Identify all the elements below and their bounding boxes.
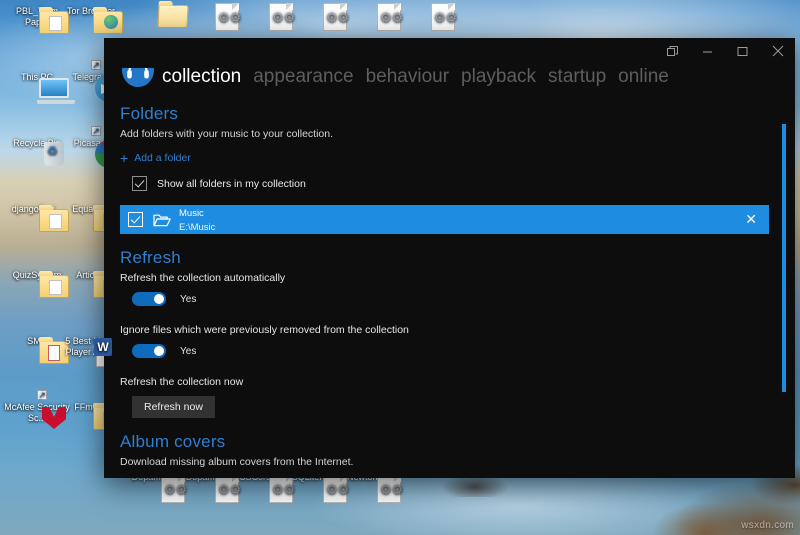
tab-collection[interactable]: collection xyxy=(162,66,241,88)
folder-name: Music xyxy=(179,208,204,219)
gear-icon: ⚙⚙ xyxy=(164,483,180,497)
folder-texts: Music E:\Music xyxy=(179,206,215,233)
show-all-folders-checkbox[interactable] xyxy=(132,176,147,191)
folder-list-item[interactable]: Music E:\Music ✕ xyxy=(120,205,769,234)
window-titlebar xyxy=(104,38,795,68)
folder-checkbox[interactable] xyxy=(128,212,143,227)
globe-icon xyxy=(104,15,118,29)
close-icon[interactable] xyxy=(760,38,795,64)
folders-heading: Folders xyxy=(120,104,769,124)
add-a-folder-label: Add a folder xyxy=(134,152,191,164)
folder-list: Music E:\Music ✕ xyxy=(120,205,769,234)
restore-down-icon[interactable] xyxy=(655,38,690,64)
folder-path: E:\Music xyxy=(179,222,215,233)
refresh-heading: Refresh xyxy=(120,248,769,268)
ignore-removed-label: Ignore files which were previously remov… xyxy=(120,324,769,336)
gear-icon: ⚙⚙ xyxy=(380,11,396,25)
tab-online[interactable]: online xyxy=(618,66,669,88)
dopamine-app-window: COLLECTIONSETTINGSINFORMATION collection… xyxy=(104,38,795,478)
tab-playback[interactable]: playback xyxy=(461,66,536,88)
remove-folder-icon[interactable]: ✕ xyxy=(745,211,761,228)
document-icon xyxy=(49,214,62,229)
gear-icon: ⚙⚙ xyxy=(326,483,342,497)
toggle-knob xyxy=(154,294,164,304)
tab-startup[interactable]: startup xyxy=(548,66,606,88)
watermark: wsxdn.com xyxy=(741,520,794,531)
shortcut-arrow-icon: ↗ xyxy=(91,126,101,136)
maximize-icon[interactable] xyxy=(725,38,760,64)
gear-icon: ⚙⚙ xyxy=(326,11,342,25)
tab-behaviour[interactable]: behaviour xyxy=(366,66,449,88)
gear-icon: ⚙⚙ xyxy=(434,11,450,25)
refresh-now-button[interactable]: Refresh now xyxy=(132,396,215,418)
gear-icon: ⚙⚙ xyxy=(272,483,288,497)
plus-icon: + xyxy=(120,153,128,163)
desktop: PBL_Term PaperTor BrowserThis PC↗Telegra… xyxy=(0,0,800,535)
folder-icon xyxy=(157,5,188,28)
shortcut-arrow-icon: ↗ xyxy=(37,390,47,400)
folders-description: Add folders with your music to your coll… xyxy=(120,128,769,140)
gear-icon: ⚙⚙ xyxy=(272,11,288,25)
shortcut-arrow-icon: ↗ xyxy=(91,60,101,70)
add-a-folder-button[interactable]: + Add a folder xyxy=(120,152,191,164)
album-covers-description: Download missing album covers from the I… xyxy=(120,456,769,468)
auto-refresh-label: Refresh the collection automatically xyxy=(120,272,769,284)
auto-refresh-value: Yes xyxy=(180,294,196,305)
toggle-knob xyxy=(154,346,164,356)
content-scrollbar[interactable] xyxy=(782,102,786,474)
minimize-icon[interactable] xyxy=(690,38,725,64)
show-all-folders-label: Show all folders in my collection xyxy=(157,178,306,190)
show-all-folders-row[interactable]: Show all folders in my collection xyxy=(132,176,769,191)
album-covers-heading: Album covers xyxy=(120,432,769,452)
word-icon: W xyxy=(94,338,112,356)
auto-refresh-toggle[interactable] xyxy=(132,292,166,306)
ignore-removed-toggle[interactable] xyxy=(132,344,166,358)
scrollbar-thumb[interactable] xyxy=(782,124,786,392)
ignore-removed-value: Yes xyxy=(180,346,196,357)
gear-icon: ⚙⚙ xyxy=(218,11,234,25)
gear-icon: ⚙⚙ xyxy=(218,483,234,497)
document-icon xyxy=(49,280,62,295)
gear-icon: ⚙⚙ xyxy=(380,483,396,497)
refresh-now-label: Refresh the collection now xyxy=(120,376,769,388)
document-icon xyxy=(49,16,62,31)
tab-appearance[interactable]: appearance xyxy=(253,66,353,88)
desktop-icon-tor-browser[interactable]: Tor Browser xyxy=(58,6,124,17)
folder-icon xyxy=(153,213,171,227)
auto-refresh-row: Yes xyxy=(132,292,769,306)
ignore-removed-row: Yes xyxy=(132,344,769,358)
settings-content: Folders Add folders with your music to y… xyxy=(104,98,795,478)
